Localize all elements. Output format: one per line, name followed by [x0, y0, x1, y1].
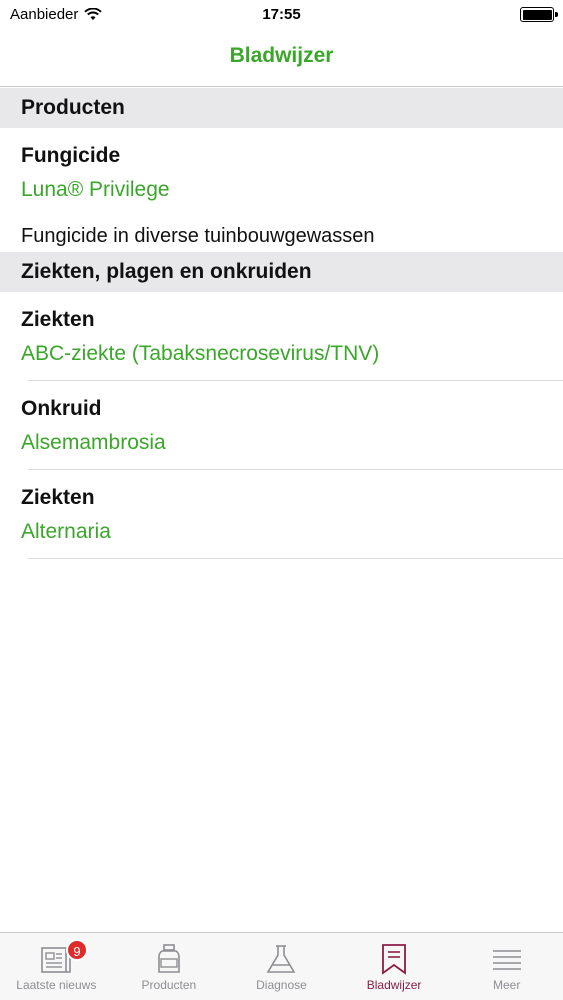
item-name-link[interactable]: Alsemambrosia	[21, 431, 166, 455]
status-bar: Aanbieder 17:55	[0, 0, 563, 30]
navigation-bar: Bladwijzer	[0, 30, 563, 87]
product-name-link[interactable]: Luna® Privilege	[21, 178, 170, 202]
tab-latest-news[interactable]: 9 Laatste nieuws	[0, 933, 113, 1000]
tab-bar: 9 Laatste nieuws Producten Diagnose Blad…	[0, 932, 563, 1000]
page-title: Bladwijzer	[229, 44, 334, 67]
tab-label: Producten	[141, 978, 197, 992]
divider	[28, 558, 563, 559]
item-category: Ziekten	[21, 308, 95, 331]
product-description: Fungicide in diverse tuinbouwgewassen	[21, 225, 375, 247]
tab-label: Laatste nieuws	[16, 978, 97, 992]
section-header-products: Producten	[0, 88, 563, 128]
item-name-link[interactable]: ABC-ziekte (Tabaksnecrosevirus/TNV)	[21, 342, 379, 366]
bookmark-disease-item[interactable]: Ziekten Alternaria	[0, 470, 563, 559]
bottle-icon	[158, 944, 180, 973]
tab-label: Bladwijzer	[366, 978, 422, 992]
tab-label: Meer	[493, 978, 521, 992]
item-category: Onkruid	[21, 397, 102, 420]
product-category: Fungicide	[21, 144, 121, 167]
item-name-link[interactable]: Alternaria	[21, 520, 111, 544]
bookmark-icon	[382, 944, 406, 975]
bookmark-list[interactable]: Producten Fungicide Luna® Privilege Fung…	[0, 88, 563, 559]
flask-icon	[267, 945, 296, 973]
tab-bookmarks[interactable]: Bladwijzer	[338, 933, 451, 1000]
battery-icon	[520, 7, 558, 22]
bookmark-weed-item[interactable]: Onkruid Alsemambrosia	[0, 381, 563, 470]
status-time: 17:55	[262, 6, 301, 23]
section-header-diseases: Ziekten, plagen en onkruiden	[0, 252, 563, 292]
tab-more[interactable]: Meer	[450, 933, 563, 1000]
item-category: Ziekten	[21, 486, 95, 509]
tab-diagnosis[interactable]: Diagnose	[225, 933, 338, 1000]
bookmark-product-item[interactable]: Fungicide Luna® Privilege Fungicide in d…	[0, 128, 563, 252]
tab-label: Diagnose	[256, 978, 307, 992]
tab-products[interactable]: Producten	[113, 933, 226, 1000]
menu-icon	[492, 950, 521, 970]
bookmark-disease-item[interactable]: Ziekten ABC-ziekte (Tabaksnecrosevirus/T…	[0, 292, 563, 381]
notification-badge: 9	[66, 939, 88, 961]
